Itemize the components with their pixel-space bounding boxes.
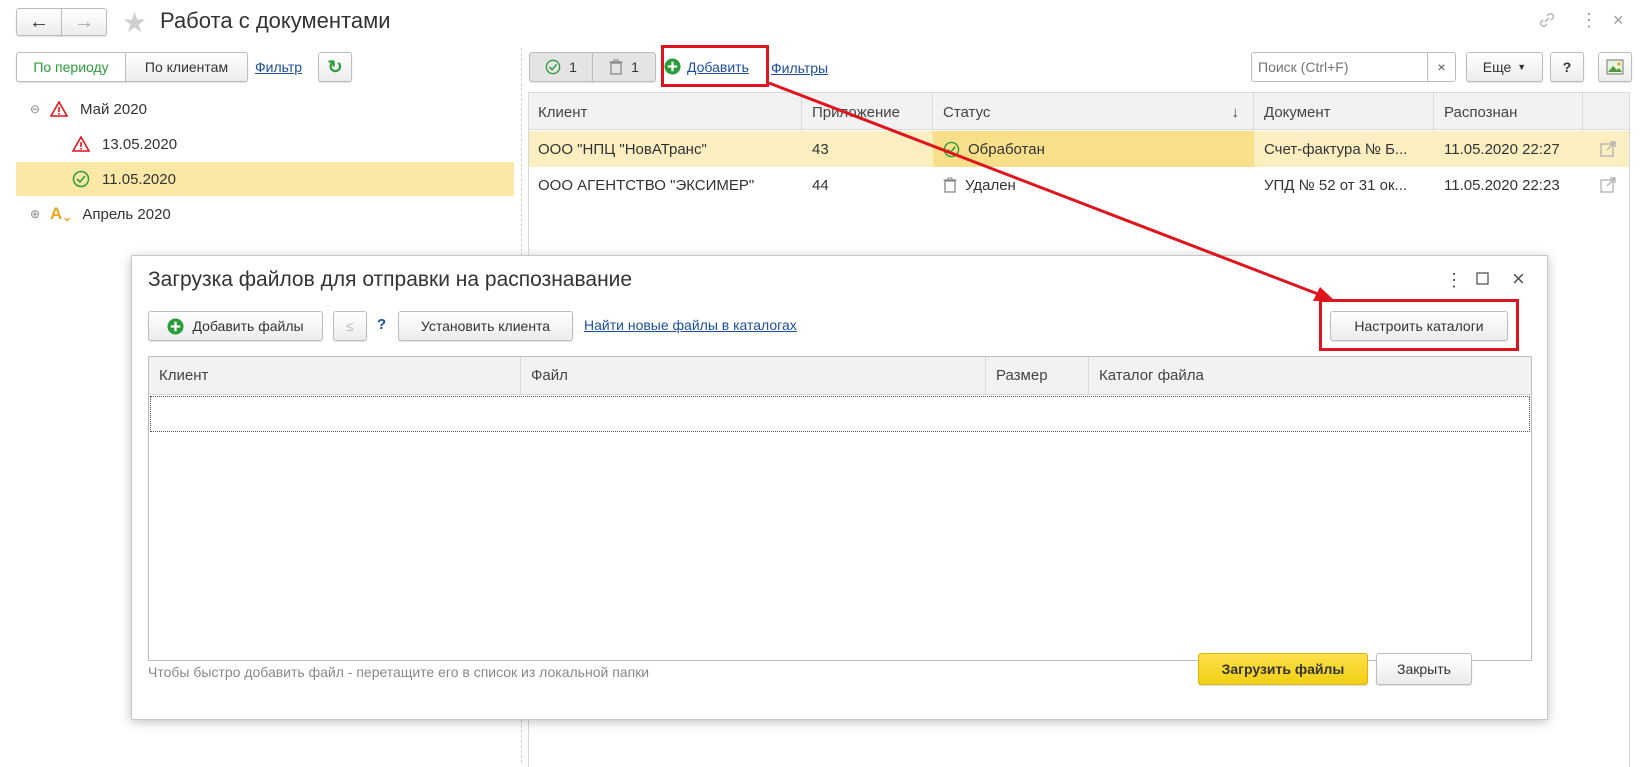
- annotation-arrow: [768, 81, 1335, 301]
